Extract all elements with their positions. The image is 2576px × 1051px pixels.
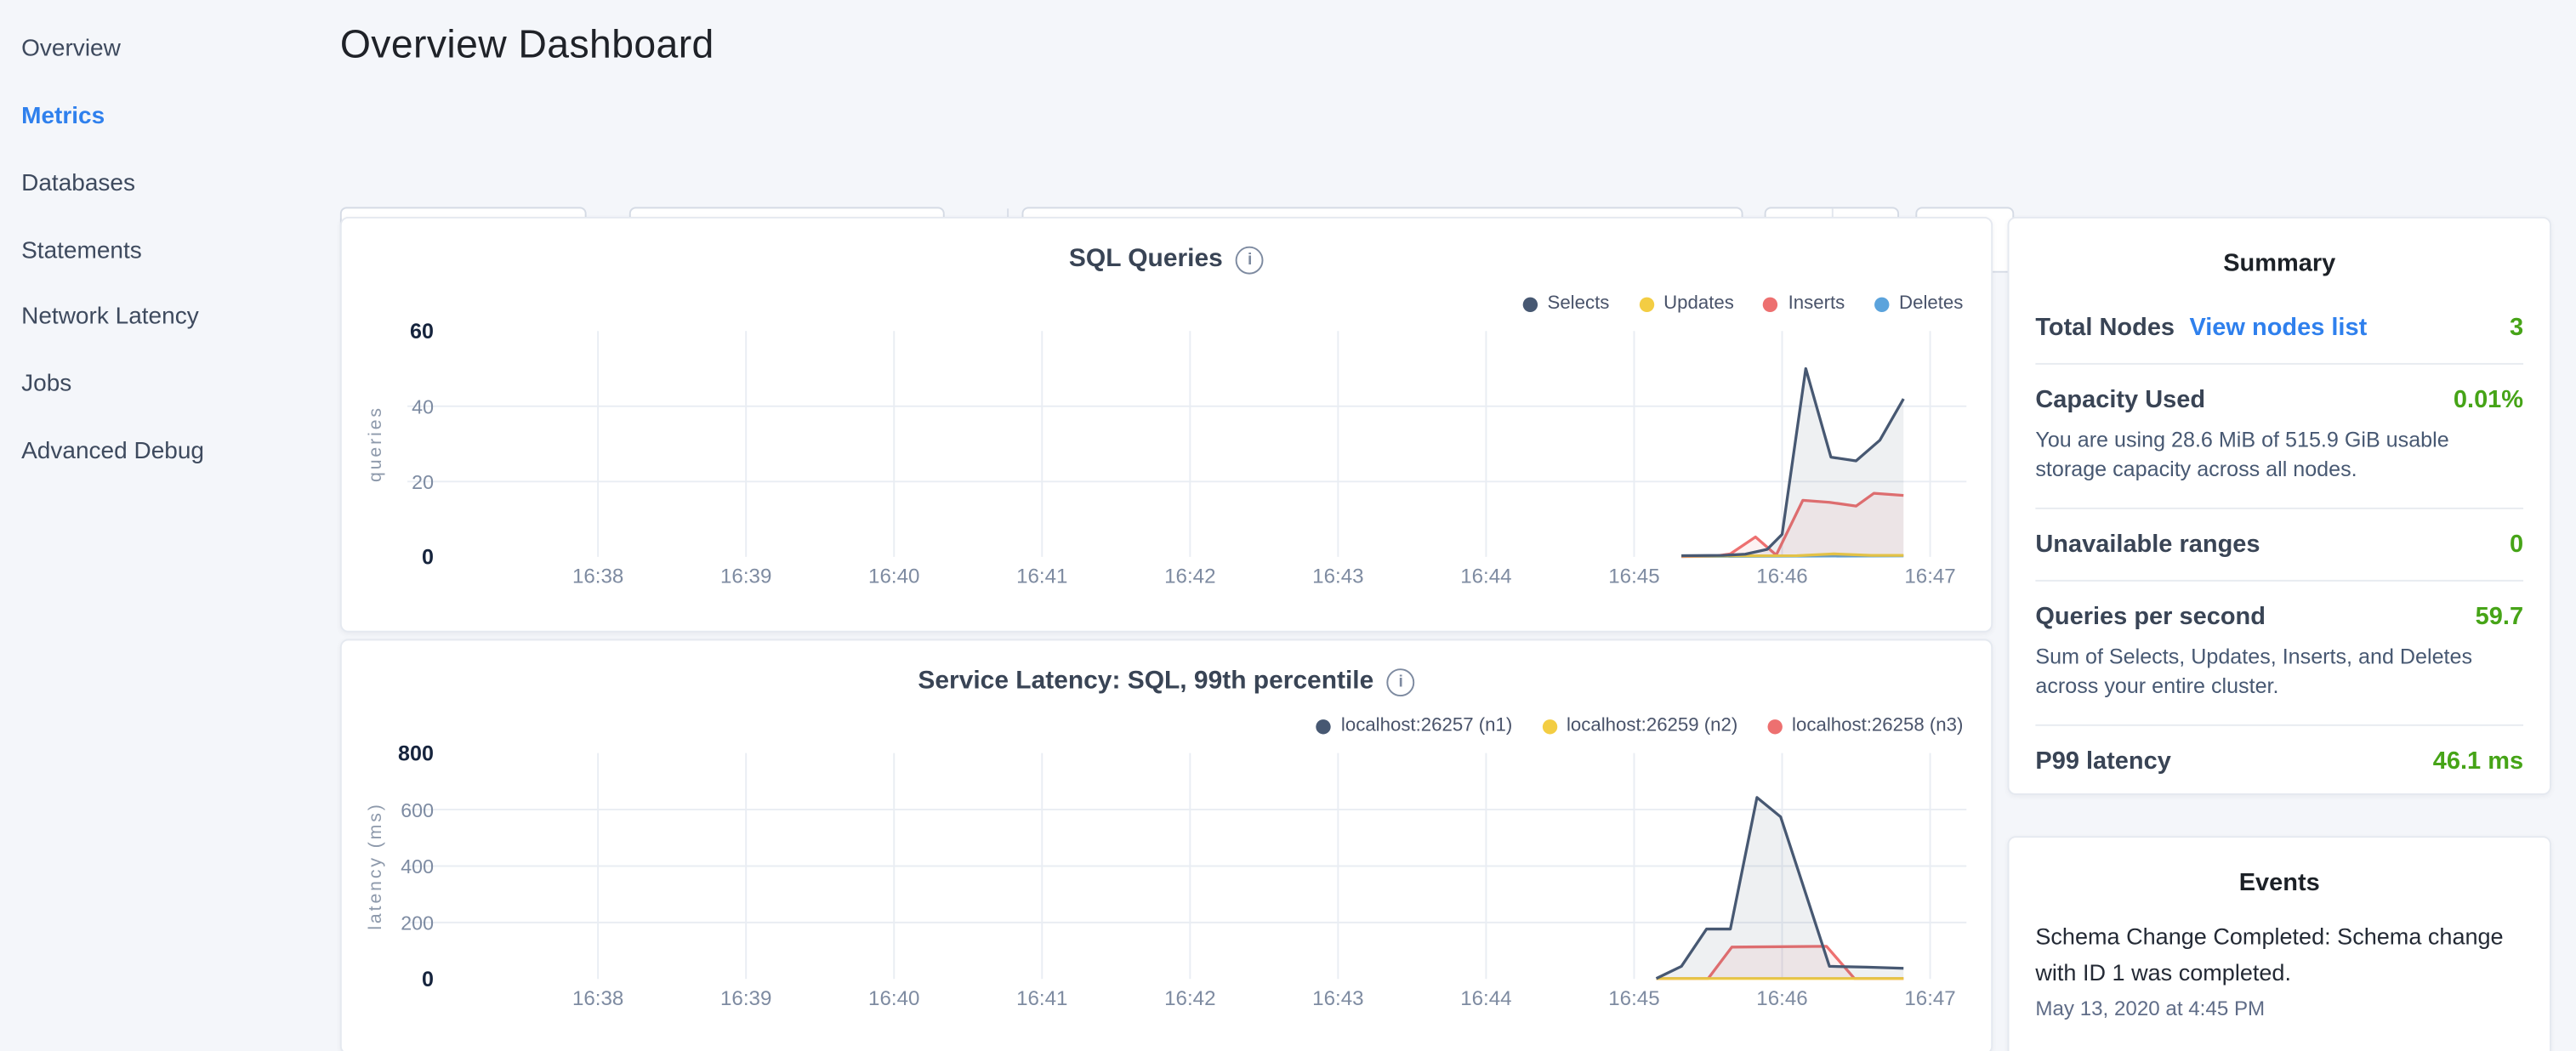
event-message: Schema Change Completed: Schema change w… (2035, 918, 2523, 992)
svg-text:40: 40 (412, 395, 434, 418)
svg-text:16:38: 16:38 (572, 987, 623, 1010)
svg-text:400: 400 (401, 855, 434, 878)
svg-text:16:40: 16:40 (868, 565, 919, 588)
summary-description: You are using 28.6 MiB of 515.9 GiB usab… (2035, 425, 2523, 486)
sidebar-item-jobs[interactable]: Jobs (0, 352, 340, 419)
summary-panel: Summary Total Nodes View nodes list 3 Capac… (2008, 217, 2551, 795)
svg-text:0: 0 (422, 546, 434, 570)
summary-row-total-nodes: Total Nodes View nodes list 3 (2035, 293, 2523, 363)
summary-label: Capacity Used (2035, 386, 2205, 414)
svg-text:0: 0 (422, 968, 434, 991)
sidebar-item-overview[interactable]: Overview (0, 16, 340, 83)
summary-row-unavailable-ranges: Unavailable ranges 0 (2035, 508, 2523, 580)
events-panel: Events Schema Change Completed: Schema c… (2008, 836, 2551, 1051)
svg-text:16:43: 16:43 (1312, 987, 1363, 1010)
svg-text:16:47: 16:47 (1904, 565, 1955, 588)
event-timestamp: May 13, 2020 at 4:45 PM (2035, 997, 2523, 1020)
summary-rows: Total Nodes View nodes list 3 Capacity Used… (2035, 293, 2523, 795)
svg-text:16:44: 16:44 (1460, 987, 1511, 1010)
summary-label: Queries per second (2035, 603, 2266, 631)
app-root: OverviewMetricsDatabasesStatementsNetwor… (0, 0, 2576, 1051)
svg-text:60: 60 (410, 320, 434, 344)
summary-value: 0.01% (2454, 386, 2523, 414)
svg-text:200: 200 (401, 912, 434, 935)
svg-text:600: 600 (401, 799, 434, 821)
svg-text:16:44: 16:44 (1460, 565, 1511, 588)
sidebar-item-network-latency[interactable]: Network Latency (0, 285, 340, 352)
svg-text:latency (ms): latency (ms) (365, 802, 385, 929)
summary-row-p99-latency: P99 latency 46.1 ms (2035, 724, 2523, 795)
svg-text:16:41: 16:41 (1016, 565, 1067, 588)
svg-text:16:43: 16:43 (1312, 565, 1363, 588)
svg-text:16:38: 16:38 (572, 565, 623, 588)
series-area-localhost-26257-n1 (1657, 798, 1904, 979)
summary-value: 0 (2510, 531, 2523, 559)
sidebar-item-databases[interactable]: Databases (0, 151, 340, 218)
svg-text:16:45: 16:45 (1608, 987, 1659, 1010)
svg-text:16:42: 16:42 (1164, 565, 1215, 588)
summary-value: 59.7 (2476, 603, 2523, 631)
summary-row-queries-per-second: Queries per second 59.7 Sum of Selects, Up… (2035, 580, 2523, 724)
svg-text:16:47: 16:47 (1904, 987, 1955, 1010)
svg-text:800: 800 (398, 741, 434, 765)
svg-text:16:39: 16:39 (720, 987, 771, 1010)
summary-value: 3 (2510, 314, 2523, 342)
chart-plot[interactable]: 16:38 16:39 16:40 16:41 16:42 16:43 16:44 16:45… (342, 640, 1991, 1051)
svg-text:16:46: 16:46 (1756, 565, 1807, 588)
summary-title: Summary (2035, 219, 2523, 293)
summary-label: Total Nodes (2035, 314, 2175, 342)
summary-description: Sum of Selects, Updates, Inserts, and De… (2035, 642, 2523, 702)
events-title: Events (2035, 838, 2523, 912)
svg-text:16:40: 16:40 (868, 987, 919, 1010)
svg-text:16:46: 16:46 (1756, 987, 1807, 1010)
sidebar: OverviewMetricsDatabasesStatementsNetwor… (0, 0, 340, 1051)
summary-value: 46.1 ms (2433, 747, 2523, 775)
sidebar-item-advanced-debug[interactable]: Advanced Debug (0, 419, 340, 486)
summary-row-capacity-used: Capacity Used 0.01% You are using 28.6 MiB… (2035, 363, 2523, 508)
sidebar-item-statements[interactable]: Statements (0, 218, 340, 285)
svg-text:16:39: 16:39 (720, 565, 771, 588)
svg-text:20: 20 (412, 471, 434, 493)
chart-plot[interactable]: 16:38 16:39 16:40 16:41 16:42 16:43 16:44 16:45… (342, 219, 1991, 631)
view-nodes-list-link[interactable]: View nodes list (2189, 314, 2367, 342)
page-title: Overview Dashboard (340, 23, 714, 69)
summary-label: P99 latency (2035, 747, 2170, 775)
svg-text:16:42: 16:42 (1164, 987, 1215, 1010)
svg-text:16:41: 16:41 (1016, 987, 1067, 1010)
svg-text:16:45: 16:45 (1608, 565, 1659, 588)
sidebar-item-metrics[interactable]: Metrics (0, 83, 340, 151)
service-latency-chart-card: Service Latency: SQL, 99th percentileilo… (340, 639, 1993, 1051)
svg-text:queries: queries (365, 406, 385, 482)
sql-queries-chart-card: SQL QueriesiSelectsUpdatesInsertsDeletes… (340, 217, 1993, 633)
summary-label: Unavailable ranges (2035, 531, 2260, 559)
